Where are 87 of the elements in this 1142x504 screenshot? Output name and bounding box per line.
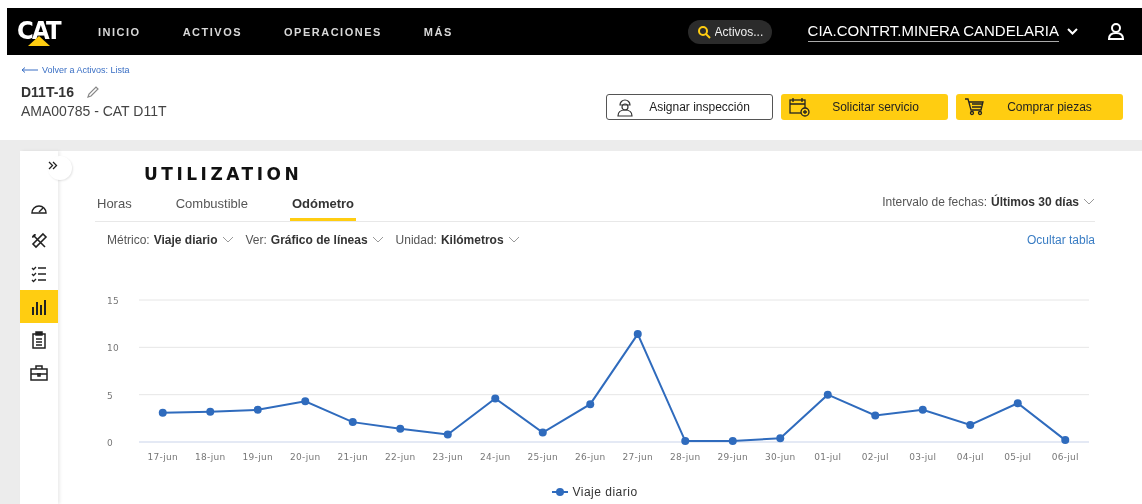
data-point: [776, 434, 785, 443]
chevron-down-icon: [1067, 28, 1078, 35]
arrow-left-icon: [21, 67, 39, 73]
x-axis-label: 20-jun: [290, 452, 321, 462]
y-axis-label: 15: [107, 296, 120, 306]
tab[interactable]: Odómetro: [289, 196, 357, 221]
x-axis-label: 27-jun: [622, 452, 653, 462]
data-point: [586, 400, 595, 409]
legend-item[interactable]: Viaje diario: [552, 485, 638, 499]
x-axis-label: 18-jun: [195, 452, 226, 462]
x-axis-label: 19-jun: [242, 452, 273, 462]
data-point: [966, 420, 975, 429]
data-point: [253, 405, 262, 414]
data-point: [158, 408, 167, 417]
x-axis-label: 25-jun: [527, 452, 558, 462]
x-axis-label: 04-jul: [956, 452, 984, 462]
x-axis-label: 05-jul: [1004, 452, 1032, 462]
y-axis-label: 10: [107, 343, 120, 354]
tab[interactable]: Horas: [95, 196, 134, 221]
nav-link[interactable]: ACTIVOS: [182, 25, 243, 38]
clipboard-icon: [32, 330, 46, 349]
data-point: [1061, 436, 1070, 445]
tools-icon: [30, 231, 48, 250]
company-selector[interactable]: CIA.CONTRT.MINERA CANDELARIA: [807, 21, 1059, 42]
search-icon: [697, 25, 711, 39]
x-axis-label: 06-jul: [1051, 452, 1079, 462]
y-axis-label: 5: [107, 390, 114, 401]
edit-icon[interactable]: [85, 85, 100, 99]
toolbox-icon: [30, 364, 48, 381]
nav-link[interactable]: INICIO: [98, 25, 141, 38]
data-point: [871, 411, 880, 420]
data-point: [206, 407, 215, 416]
x-axis-label: 03-jul: [909, 452, 937, 462]
data-point: [538, 428, 547, 437]
x-axis-label: 24-jun: [480, 452, 511, 462]
x-axis-label: 02-jul: [861, 452, 889, 462]
asset-title: D11T-16: [21, 84, 74, 100]
sidebar-item[interactable]: [20, 290, 58, 323]
search-field[interactable]: Activos...: [687, 19, 772, 44]
data-point: [681, 437, 690, 446]
x-axis-label: 26-jun: [575, 452, 606, 462]
x-axis-label: 21-jun: [337, 452, 368, 462]
data-point: [348, 418, 357, 427]
x-axis-label: 29-jun: [717, 452, 748, 462]
user-icon[interactable]: [1108, 23, 1124, 40]
data-point: [491, 394, 500, 403]
x-axis-label: 01-jul: [814, 452, 842, 462]
action-button[interactable]: Solicitar servicio: [781, 94, 948, 120]
back-link[interactable]: Volver a Activos: Lista: [21, 65, 167, 75]
filter-dropdown[interactable]: Unidad: Kilómetros: [395, 233, 520, 247]
x-axis-label: 23-jun: [432, 452, 463, 462]
expand-icon[interactable]: [48, 156, 72, 180]
asset-subtitle: AMA00785 - CAT D11T: [21, 103, 167, 119]
data-point: [1013, 399, 1022, 408]
bar-chart-icon: [31, 298, 47, 315]
x-axis-label: 28-jun: [670, 452, 701, 462]
tab[interactable]: Combustible: [173, 196, 250, 221]
date-range-dropdown[interactable]: Intervalo de fechas: Últimos 30 días: [882, 195, 1095, 221]
filter-dropdown[interactable]: Métrico: Viaje diario: [107, 233, 234, 247]
hide-table-link[interactable]: Ocultar tabla: [1026, 233, 1095, 247]
action-button[interactable]: Asignar inspección: [606, 94, 773, 120]
nav-link[interactable]: OPERACIONES: [284, 25, 382, 38]
panel-title: UTILIZATION: [144, 164, 304, 184]
data-point: [633, 330, 642, 339]
legend-label: Viaje diario: [572, 485, 638, 499]
nav-link[interactable]: MÁS: [423, 25, 453, 38]
calendar-plus-icon: [789, 97, 811, 117]
checklist-icon: [31, 264, 47, 283]
chevron-down-icon: [221, 236, 234, 244]
legend-marker-icon: [552, 488, 569, 496]
action-button[interactable]: Comprar piezas: [956, 94, 1123, 120]
cart-icon: [964, 98, 984, 116]
data-point: [443, 430, 452, 439]
data-point: [823, 390, 832, 399]
data-point: [728, 437, 737, 446]
x-axis-label: 22-jun: [385, 452, 416, 462]
chevron-down-icon: [507, 236, 520, 244]
x-axis-label: 17-jun: [147, 452, 178, 462]
y-axis-label: 0: [107, 438, 114, 448]
chevron-down-icon: [1083, 198, 1095, 206]
x-axis-label: 30-jun: [765, 452, 796, 462]
filter-dropdown[interactable]: Ver: Gráfico de líneas: [245, 233, 384, 247]
data-point: [918, 405, 927, 414]
data-point: [301, 397, 310, 406]
data-point: [396, 424, 405, 433]
worker-icon: [615, 97, 635, 117]
chevron-down-icon: [371, 236, 384, 244]
